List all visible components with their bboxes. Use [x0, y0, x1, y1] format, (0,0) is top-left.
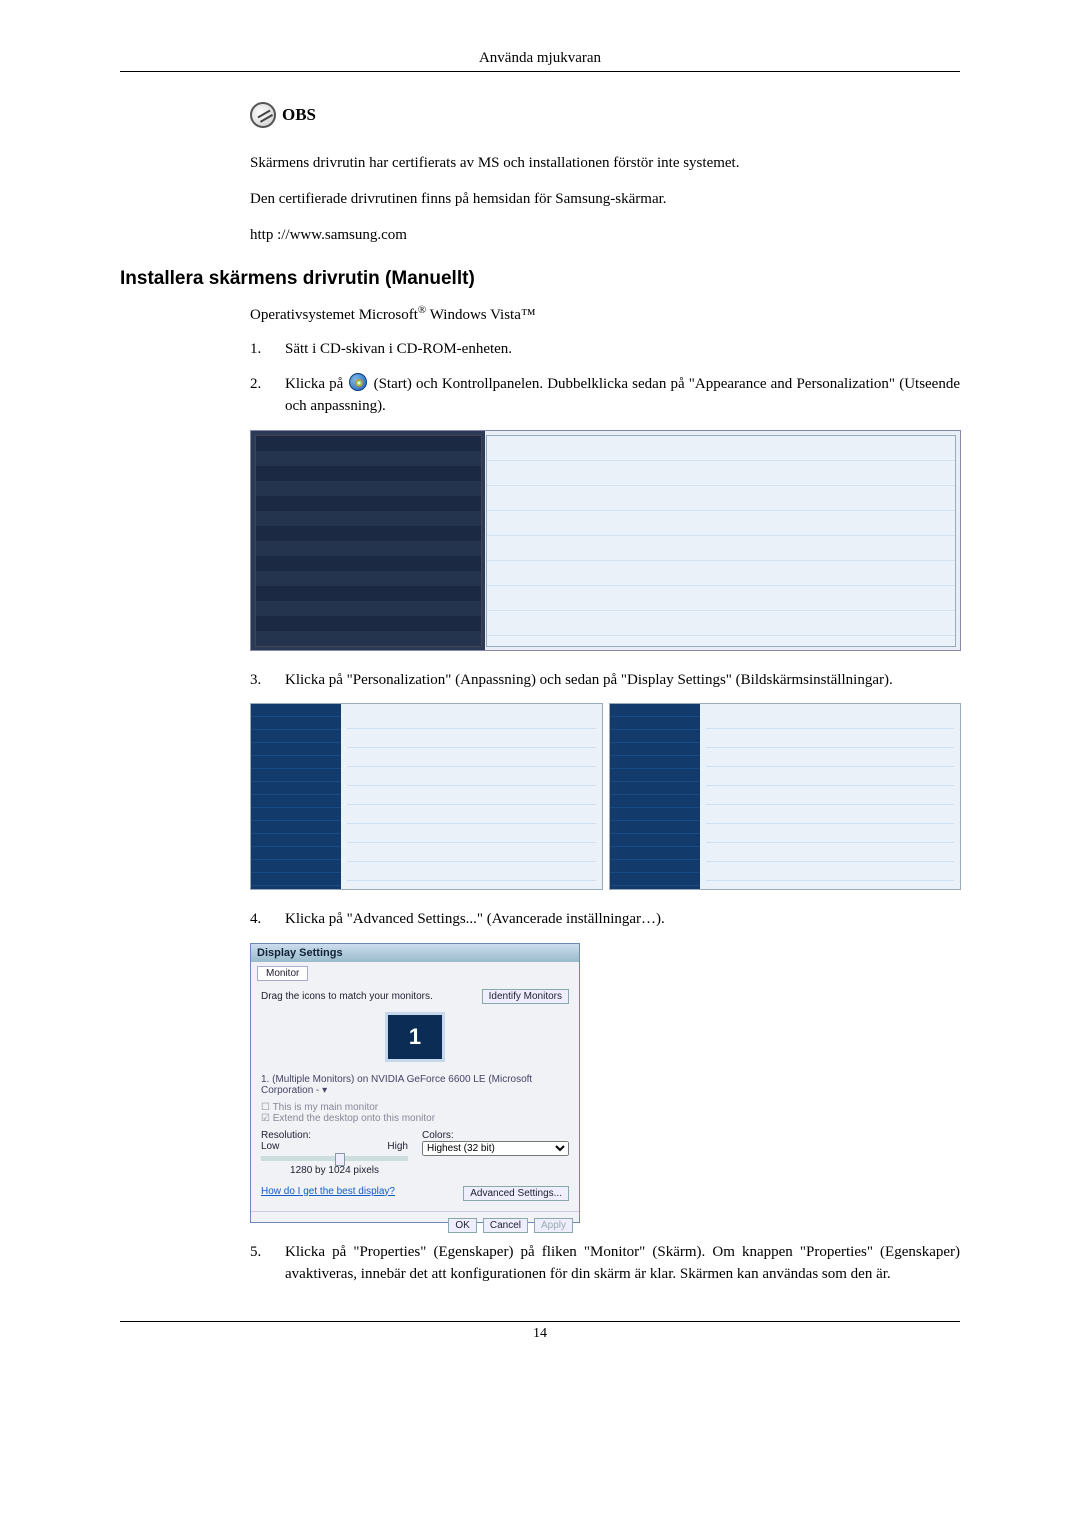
apply-button[interactable]: Apply: [534, 1218, 573, 1233]
step-text: Klicka på "Advanced Settings..." (Avance…: [285, 908, 960, 931]
checkbox-extend-desktop[interactable]: ☑ Extend the desktop onto this monitor: [261, 1113, 569, 1124]
obs-title: OBS: [250, 102, 960, 128]
advanced-settings-button[interactable]: Advanced Settings...: [463, 1186, 569, 1201]
step-2-pre: Klicka på: [285, 376, 347, 392]
step-2: 2. Klicka på (Start) och Kontrollpanelen…: [250, 373, 960, 418]
note-icon: [250, 102, 276, 128]
figure-display-settings: Display Settings Monitor Drag the icons …: [250, 943, 960, 1223]
step-4: 4. Klicka på "Advanced Settings..." (Ava…: [250, 908, 960, 931]
high-label: High: [387, 1141, 408, 1152]
figure-start-control-panel: [250, 430, 960, 651]
monitor-preview-icon[interactable]: 1: [385, 1012, 445, 1062]
panel-left: [250, 703, 603, 890]
os-suffix: Windows Vista™: [426, 307, 535, 323]
identify-monitors-button[interactable]: Identify Monitors: [482, 989, 569, 1004]
obs-para-1: Skärmens drivrutin har certifierats av M…: [250, 153, 960, 175]
cancel-button[interactable]: Cancel: [483, 1218, 528, 1233]
obs-block: OBS: [250, 102, 960, 128]
drag-text: Drag the icons to match your monitors.: [261, 991, 433, 1002]
steps-list-cont3: 5. Klicka på "Properties" (Egenskaper) p…: [250, 1241, 960, 1286]
checkbox-main-monitor[interactable]: ☐ This is my main monitor: [261, 1102, 569, 1113]
steps-list: 1. Sätt i CD-skivan i CD-ROM-enheten. 2.…: [250, 338, 960, 418]
section-heading: Installera skärmens drivrutin (Manuellt): [120, 268, 960, 290]
step-5: 5. Klicka på "Properties" (Egenskaper) p…: [250, 1241, 960, 1286]
figure-personalization: [250, 703, 960, 890]
step-number: 3.: [250, 669, 285, 692]
start-menu-icon: [349, 373, 367, 391]
panel-right: [609, 703, 962, 890]
obs-para-2: Den certifierade drivrutinen finns på he…: [250, 189, 960, 211]
monitor-description: 1. (Multiple Monitors) on NVIDIA GeForce…: [261, 1074, 569, 1096]
registered-symbol: ®: [418, 304, 426, 316]
step-text: Klicka på "Properties" (Egenskaper) på f…: [285, 1241, 960, 1286]
help-link[interactable]: How do I get the best display?: [261, 1186, 395, 1201]
display-settings-dialog: Display Settings Monitor Drag the icons …: [250, 943, 580, 1223]
step-text: Klicka på "Personalization" (Anpassning)…: [285, 669, 960, 692]
colors-select[interactable]: Highest (32 bit): [422, 1141, 569, 1156]
page-header: Använda mjukvaran: [120, 50, 960, 72]
step-number: 1.: [250, 338, 285, 361]
step-number: 5.: [250, 1241, 285, 1286]
dialog-title: Display Settings: [251, 944, 579, 962]
resolution-slider[interactable]: [261, 1156, 408, 1161]
step-2-post: (Start) och Kontrollpanelen. Dubbelklick…: [285, 376, 960, 415]
screenshot-control-panel: [250, 430, 961, 651]
obs-para-3: http ://www.samsung.com: [250, 225, 960, 247]
screenshot-personalization: [250, 703, 961, 890]
os-prefix: Operativsystemet Microsoft: [250, 307, 418, 323]
resolution-value: 1280 by 1024 pixels: [261, 1165, 408, 1176]
steps-list-cont2: 4. Klicka på "Advanced Settings..." (Ava…: [250, 908, 960, 931]
ok-button[interactable]: OK: [448, 1218, 476, 1233]
obs-label: OBS: [282, 105, 316, 125]
step-text: Klicka på (Start) och Kontrollpanelen. D…: [285, 373, 960, 418]
step-1: 1. Sätt i CD-skivan i CD-ROM-enheten.: [250, 338, 960, 361]
tab-monitor[interactable]: Monitor: [257, 966, 308, 981]
resolution-label: Resolution:: [261, 1130, 408, 1141]
os-line: Operativsystemet Microsoft® Windows Vist…: [250, 304, 960, 324]
page-number: 14: [120, 1321, 960, 1342]
low-label: Low: [261, 1141, 279, 1152]
step-number: 2.: [250, 373, 285, 418]
step-text: Sätt i CD-skivan i CD-ROM-enheten.: [285, 338, 960, 361]
colors-label: Colors:: [422, 1130, 569, 1141]
steps-list-cont1: 3. Klicka på "Personalization" (Anpassni…: [250, 669, 960, 692]
step-3: 3. Klicka på "Personalization" (Anpassni…: [250, 669, 960, 692]
step-number: 4.: [250, 908, 285, 931]
